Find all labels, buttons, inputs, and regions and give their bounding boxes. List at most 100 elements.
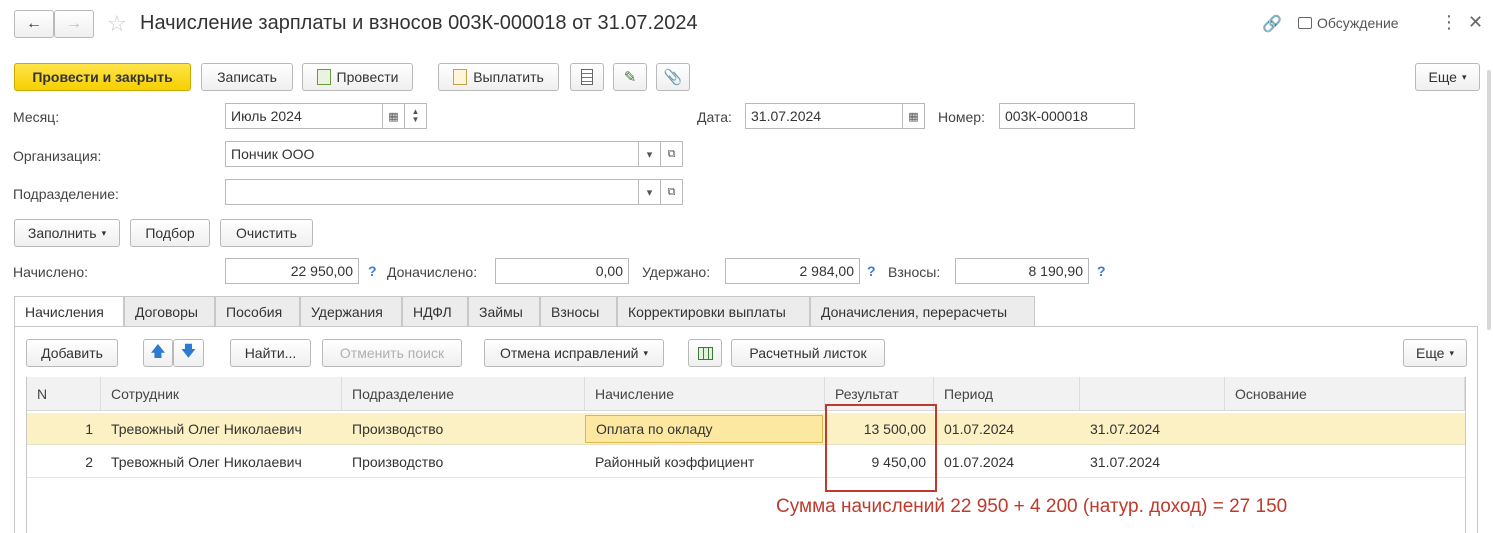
post-button[interactable]: Провести — [302, 63, 413, 91]
number-label: Номер: — [938, 109, 985, 125]
sum-annotation: Сумма начислений 22 950 + 4 200 (натур. … — [776, 496, 1288, 517]
back-button[interactable]: ← — [14, 10, 54, 38]
accrued-label: Начислено: — [13, 264, 89, 280]
date-calendar-button[interactable]: ▦ — [903, 103, 925, 129]
col-period[interactable]: Период — [934, 377, 1080, 411]
tab-contracts[interactable]: Договоры — [124, 296, 215, 326]
dept-open-button[interactable]: ⧉ — [661, 179, 683, 205]
more-label: Еще — [1428, 69, 1457, 85]
forward-button[interactable]: → — [54, 10, 94, 38]
withheld-field: 2 984,00 — [725, 258, 860, 284]
payslip-button[interactable]: Расчетный листок — [731, 339, 885, 367]
pay-doc-icon — [453, 69, 468, 85]
table-more-label: Еще — [1415, 345, 1445, 361]
window-scrollbar[interactable] — [1487, 70, 1491, 330]
result-highlight-box — [825, 404, 937, 492]
tab-accruals[interactable]: Начисления — [14, 296, 124, 327]
col-basis[interactable]: Основание — [1225, 377, 1465, 411]
col-department[interactable]: Подразделение — [342, 377, 585, 411]
org-label: Организация: — [13, 148, 102, 164]
cancel-search-button[interactable]: Отменить поиск — [322, 339, 462, 367]
tab-contributions[interactable]: Взносы — [540, 296, 617, 326]
row-accrual[interactable]: Оплата по окладу — [585, 415, 823, 443]
tab-loans[interactable]: Займы — [468, 296, 540, 326]
org-open-button[interactable]: ⧉ — [661, 141, 683, 167]
row-number: 1 — [85, 421, 93, 437]
more-vertical-icon[interactable]: ⋮ — [1440, 12, 1458, 33]
cancel-corrections-label: Отмена исправлений — [499, 345, 639, 361]
edit-button[interactable]: ✎ — [613, 63, 647, 91]
arrow-right-icon: → — [66, 15, 82, 32]
row-accrual: Районный коэффициент — [595, 454, 755, 470]
dept-dropdown-button[interactable]: ▾ — [639, 179, 661, 205]
pen-icon: ✎ — [623, 69, 637, 86]
close-icon[interactable]: ✕ — [1468, 12, 1483, 33]
pay-label: Выплатить — [473, 69, 544, 85]
chat-icon — [1298, 17, 1312, 29]
contributions-field: 8 190,90 — [955, 258, 1089, 284]
dept-label: Подразделение: — [13, 186, 119, 202]
date-field[interactable]: 31.07.2024 — [745, 103, 903, 129]
org-field[interactable]: Пончик ООО — [225, 141, 639, 167]
calendar-button[interactable]: ▦ — [383, 103, 405, 129]
tab-benefits[interactable]: Пособия — [215, 296, 300, 326]
month-label: Месяц: — [13, 109, 60, 125]
document-list-icon — [581, 69, 593, 85]
post-doc-icon — [316, 69, 331, 85]
month-field[interactable]: Июль 2024 — [225, 103, 383, 129]
org-dropdown-button[interactable]: ▾ — [639, 141, 661, 167]
help-icon[interactable]: ? — [1097, 263, 1106, 279]
more-button[interactable]: Еще ▾ — [1415, 63, 1480, 91]
row-period-end: 31.07.2024 — [1090, 454, 1161, 470]
dropdown-arrow-icon: ▾ — [101, 227, 107, 238]
find-button[interactable]: Найти... — [230, 339, 311, 367]
dept-field[interactable] — [225, 179, 639, 205]
post-and-close-button[interactable]: Провести и закрыть — [14, 63, 191, 91]
discussion-button[interactable]: Обсуждение — [1298, 15, 1399, 31]
row-department: Производство — [352, 421, 444, 437]
star-icon[interactable]: ☆ — [107, 11, 127, 37]
tab-recalculations[interactable]: Доначисления, перерасчеты — [810, 296, 1035, 326]
row-employee: Тревожный Олег Николаевич — [111, 454, 302, 470]
grid-add-icon — [697, 346, 713, 360]
row-basis — [1225, 446, 1465, 478]
attach-button[interactable]: 📎 — [656, 63, 690, 91]
tab-deductions[interactable]: Удержания — [300, 296, 402, 326]
tab-payment-corrections[interactable]: Корректировки выплаты — [617, 296, 810, 326]
withheld-label: Удержано: — [642, 264, 711, 280]
col-period-end[interactable] — [1080, 377, 1225, 411]
add-button[interactable]: Добавить — [26, 339, 118, 367]
date-label: Дата: — [697, 109, 732, 125]
col-accrual[interactable]: Начисление — [585, 377, 825, 411]
row-period-start: 01.07.2024 — [944, 421, 1015, 437]
row-department: Производство — [352, 454, 444, 470]
list-report-button[interactable] — [570, 63, 604, 91]
move-down-button[interactable]: 🡇 — [173, 339, 204, 367]
row-basis — [1225, 413, 1465, 445]
select-button[interactable]: Подбор — [130, 219, 210, 247]
link-icon[interactable]: 🔗 — [1262, 14, 1282, 34]
fill-label: Заполнить — [27, 225, 97, 241]
dropdown-arrow-icon: ▾ — [1449, 347, 1455, 358]
post-label: Провести — [336, 69, 399, 85]
table-more-button[interactable]: Еще ▾ — [1403, 339, 1467, 367]
help-icon[interactable]: ? — [867, 263, 876, 279]
arrow-left-icon: ← — [26, 15, 42, 32]
tab-ndfl[interactable]: НДФЛ — [402, 296, 468, 326]
cancel-corrections-button[interactable]: Отмена исправлений ▾ — [484, 339, 664, 367]
number-field[interactable]: 003К-000018 — [999, 103, 1135, 129]
pay-button[interactable]: Выплатить — [438, 63, 559, 91]
save-button[interactable]: Записать — [201, 63, 293, 91]
col-employee[interactable]: Сотрудник — [101, 377, 342, 411]
col-n[interactable]: N — [27, 377, 101, 411]
month-stepper[interactable]: ▲ ▼ — [405, 103, 427, 129]
table-settings-button[interactable] — [688, 339, 722, 367]
row-period-start: 01.07.2024 — [944, 454, 1015, 470]
move-up-button[interactable]: 🡅 — [143, 339, 173, 367]
arrow-up-icon: 🡅 — [150, 342, 166, 360]
fill-button[interactable]: Заполнить ▾ — [14, 219, 120, 247]
clear-button[interactable]: Очистить — [220, 219, 313, 247]
additional-label: Доначислено: — [387, 264, 478, 280]
help-icon[interactable]: ? — [368, 263, 377, 279]
row-number: 2 — [85, 454, 93, 470]
